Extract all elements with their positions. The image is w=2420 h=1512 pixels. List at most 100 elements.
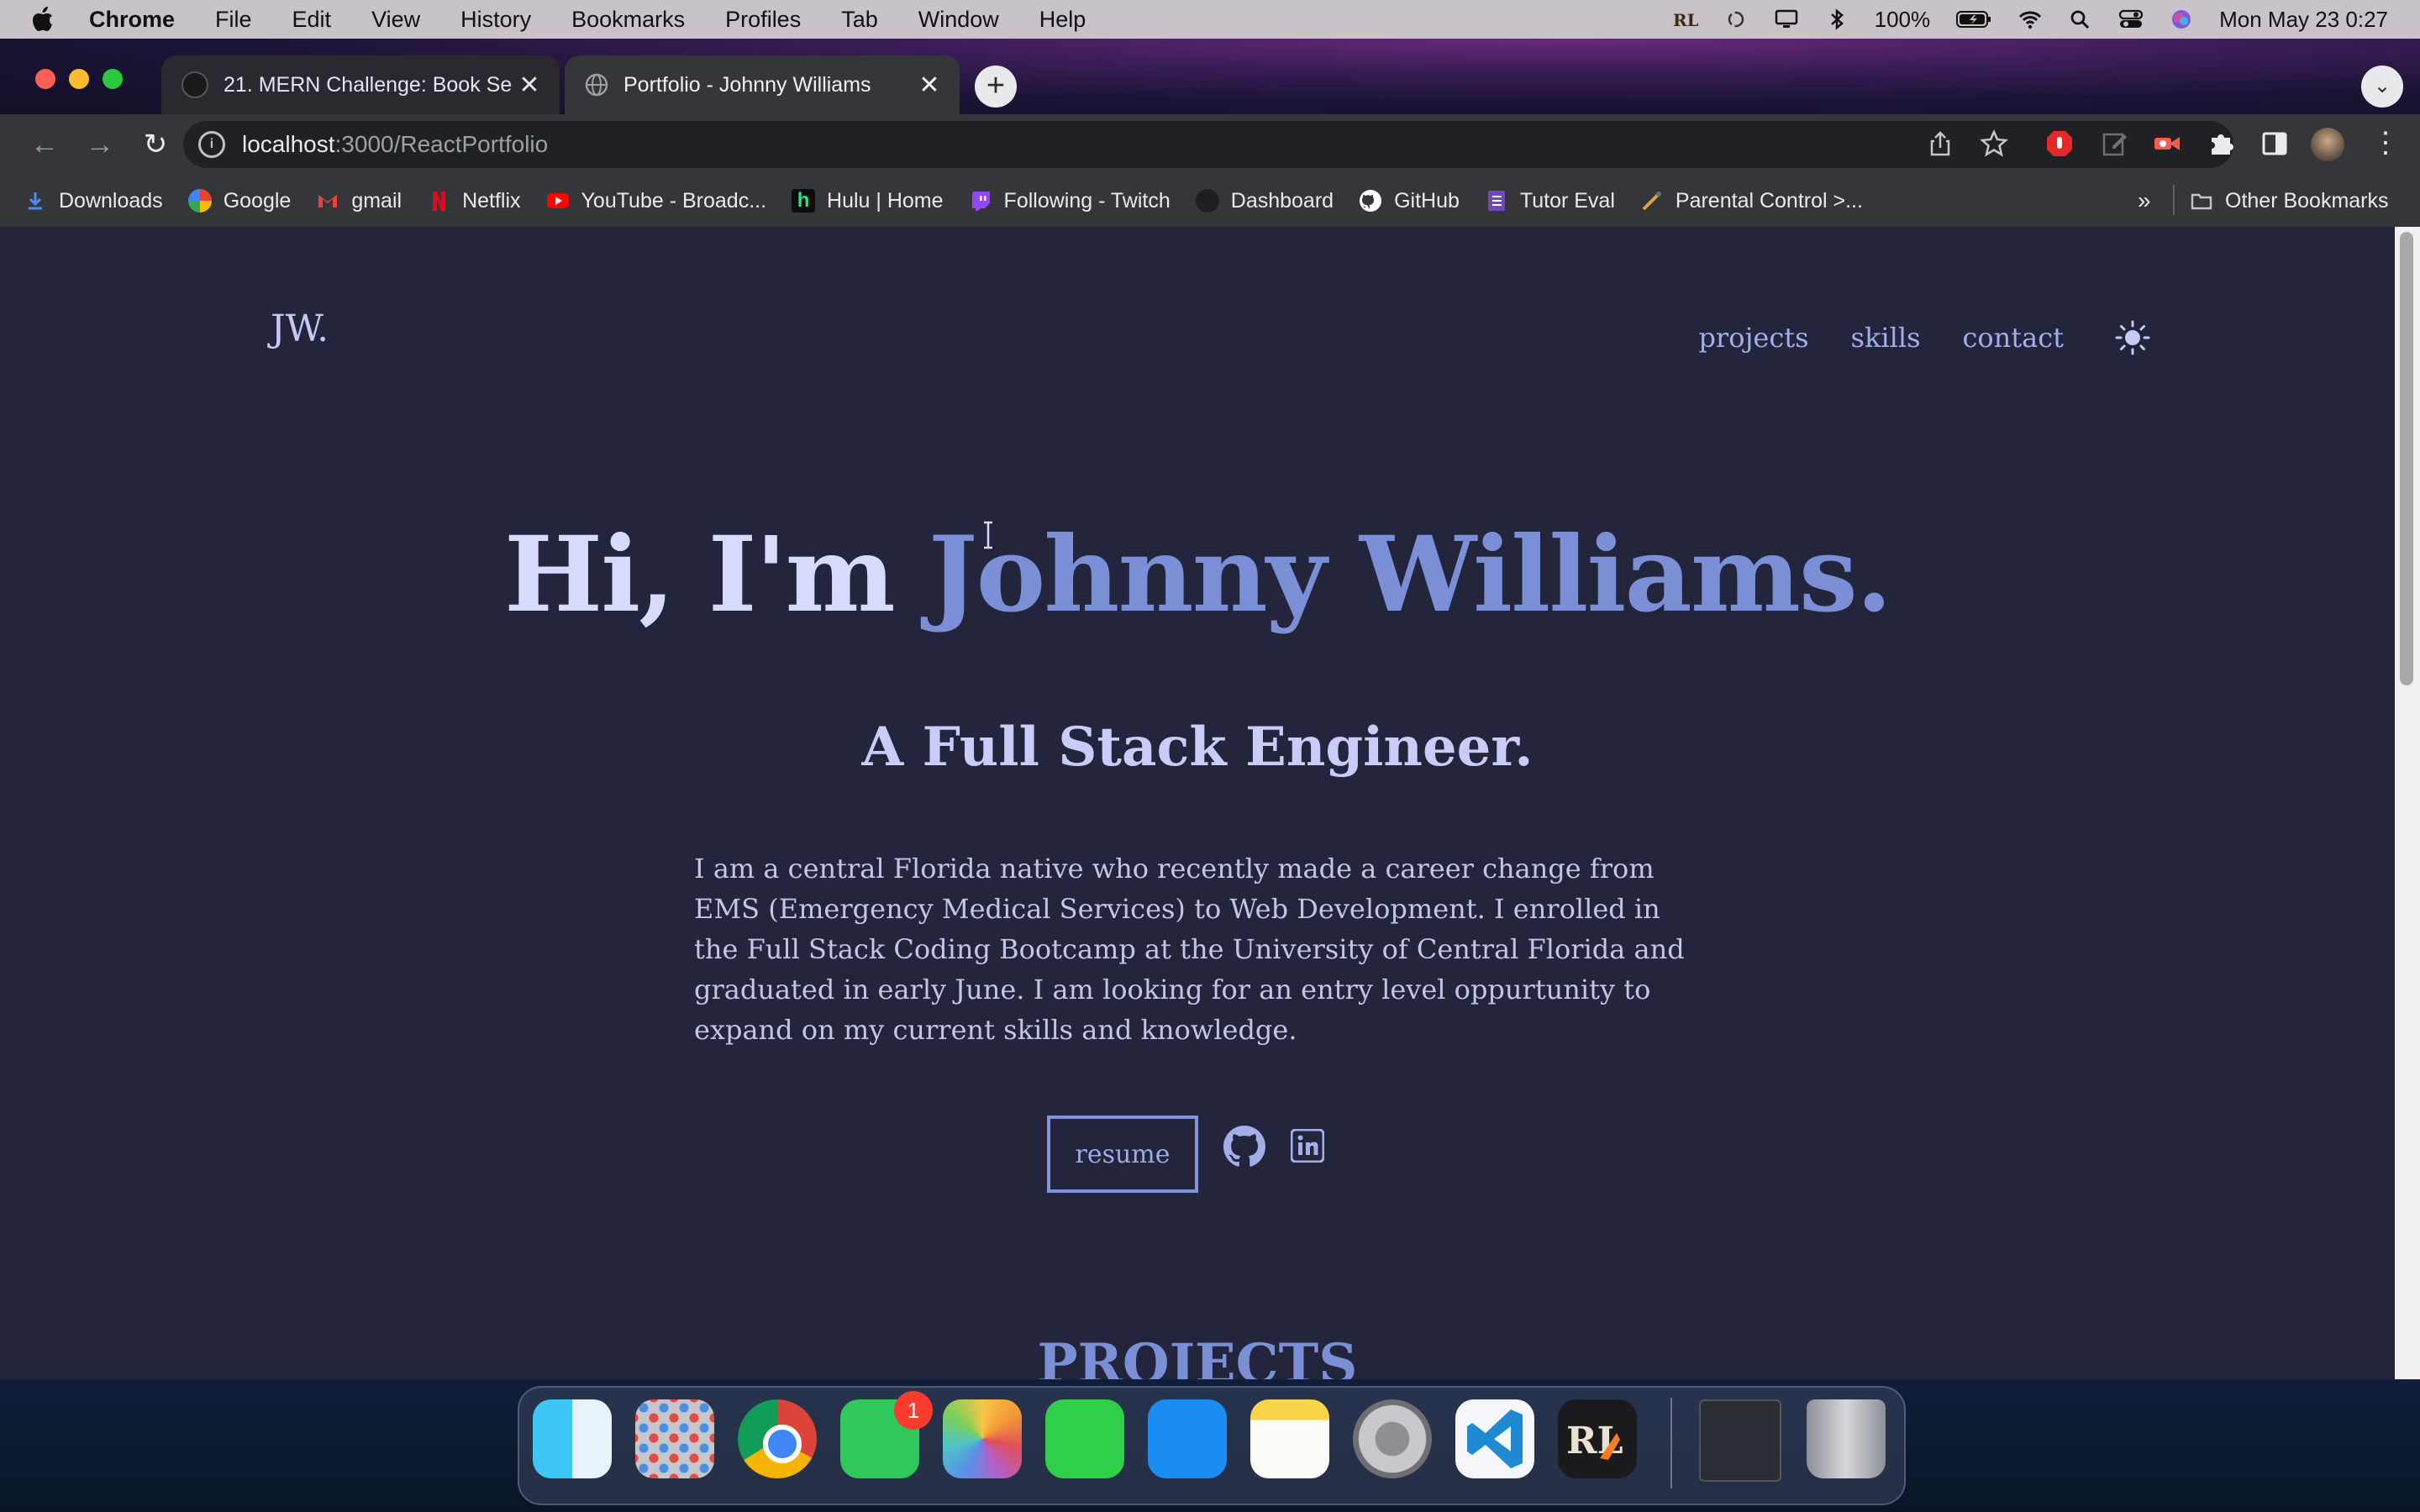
svg-text:RL: RL <box>1673 10 1698 30</box>
menu-bookmarks[interactable]: Bookmarks <box>571 7 685 33</box>
app-store-icon[interactable] <box>1148 1399 1227 1478</box>
resume-button[interactable]: resume <box>1047 1116 1198 1193</box>
scrollbar-thumb[interactable] <box>2400 232 2413 685</box>
close-tab-icon[interactable]: ✕ <box>913 71 946 100</box>
rocket-league-status-icon[interactable]: RL <box>1673 8 1698 30</box>
forward-button[interactable]: → <box>79 123 121 165</box>
other-bookmarks-folder[interactable]: Other Bookmarks <box>2190 189 2389 213</box>
messages-badge: 1 <box>894 1391 933 1430</box>
control-center-icon[interactable] <box>2118 8 2144 30</box>
tab-title: Portfolio - Johnny Williams <box>623 72 871 97</box>
apple-icon[interactable] <box>32 7 54 32</box>
profile-avatar[interactable] <box>2311 128 2344 161</box>
menu-edit[interactable]: Edit <box>292 7 332 33</box>
zoom-window-button[interactable] <box>103 69 123 89</box>
theme-toggle-sun-icon[interactable] <box>2114 319 2151 356</box>
bookmark-label: Google <box>223 188 292 213</box>
chrome-menu-icon[interactable]: ⋮ <box>2371 126 2400 160</box>
bookmark-parental-control[interactable]: Parental Control >... <box>1640 189 1863 213</box>
facetime-icon[interactable] <box>1045 1399 1124 1478</box>
bookmark-label: Following - Twitch <box>1003 188 1171 213</box>
tab-title: 21. MERN Challenge: Book Sea <box>224 72 513 97</box>
minimize-window-button[interactable] <box>69 69 89 89</box>
side-panel-icon[interactable] <box>2260 129 2289 158</box>
bookmark-star-icon[interactable] <box>1980 129 2008 158</box>
menu-history[interactable]: History <box>460 7 531 33</box>
nav-projects-link[interactable]: projects <box>1698 322 1808 354</box>
bookmark-tutor-eval[interactable]: Tutor Eval <box>1485 189 1615 213</box>
bookmark-twitch[interactable]: Following - Twitch <box>969 189 1171 213</box>
site-info-icon[interactable]: i <box>198 131 225 158</box>
notes-icon[interactable] <box>1250 1399 1329 1478</box>
menu-file[interactable]: File <box>215 7 252 33</box>
folder-icon <box>2191 193 2212 210</box>
dashboard-icon <box>1195 189 1219 213</box>
back-button[interactable]: ← <box>24 123 66 165</box>
netflix-icon <box>433 192 446 211</box>
bookmark-label: Dashboard <box>1230 188 1334 213</box>
siri-icon[interactable] <box>2169 8 2194 30</box>
bookmarks-divider <box>2173 185 2175 215</box>
wifi-icon[interactable] <box>2018 8 2043 30</box>
hero-name: Johnny Williams. <box>928 514 1892 636</box>
sync-status-icon[interactable] <box>1723 8 1749 30</box>
menu-help[interactable]: Help <box>1039 7 1086 33</box>
bookmark-dashboard[interactable]: Dashboard <box>1195 188 1334 213</box>
macos-menu-bar: Chrome File Edit View History Bookmarks … <box>0 0 2420 39</box>
site-logo[interactable]: JW. <box>271 307 329 350</box>
more-bookmarks-button[interactable]: » <box>2138 187 2151 214</box>
tab-portfolio[interactable]: Portfolio - Johnny Williams ✕ <box>565 55 960 114</box>
rocket-league-icon[interactable]: RL <box>1558 1399 1637 1478</box>
url-host: localhost <box>242 131 335 157</box>
display-icon[interactable] <box>1774 8 1799 30</box>
close-window-button[interactable] <box>35 69 55 89</box>
menu-profiles[interactable]: Profiles <box>725 7 801 33</box>
menu-app-name[interactable]: Chrome <box>89 7 175 33</box>
bookmark-google[interactable]: Google <box>187 188 292 213</box>
menu-window[interactable]: Window <box>918 7 999 33</box>
vscode-icon[interactable] <box>1455 1399 1534 1478</box>
menu-clock[interactable]: Mon May 23 0:27 <box>2219 7 2388 33</box>
bookmark-gmail[interactable]: gmail <box>316 189 402 213</box>
vscode-logo-icon <box>1467 1410 1523 1468</box>
finder-icon[interactable] <box>533 1399 612 1478</box>
close-tab-icon[interactable]: ✕ <box>513 71 546 100</box>
bluetooth-icon[interactable] <box>1824 8 1849 30</box>
tab-mern-challenge[interactable]: 21. MERN Challenge: Book Sea ✕ <box>161 55 560 114</box>
adblock-extension-icon[interactable] <box>2045 129 2074 158</box>
reload-button[interactable]: ↻ <box>134 123 176 165</box>
hero-heading: Hi, I'm Johnny Williams. <box>0 514 2395 636</box>
share-icon[interactable] <box>1926 129 1954 158</box>
github-link-icon[interactable] <box>1223 1126 1265 1168</box>
bookmark-downloads[interactable]: Downloads <box>24 189 163 213</box>
spotlight-search-icon[interactable] <box>2068 8 2093 30</box>
hero-greeting: Hi, I'm <box>503 514 929 636</box>
bookmark-netflix[interactable]: Netflix <box>427 189 521 213</box>
trash-icon[interactable] <box>1807 1399 1886 1478</box>
menu-tab[interactable]: Tab <box>841 7 878 33</box>
linkedin-link-icon[interactable] <box>1291 1129 1324 1163</box>
menu-view[interactable]: View <box>371 7 420 33</box>
nav-contact-link[interactable]: contact <box>1962 322 2064 354</box>
bookmark-label: YouTube - Broadc... <box>581 188 767 213</box>
battery-icon[interactable] <box>1955 8 1992 30</box>
tab-search-button[interactable]: ⌄ <box>2361 66 2403 108</box>
screen-record-extension-icon[interactable] <box>2153 129 2181 158</box>
nav-skills-link[interactable]: skills <box>1851 322 1921 354</box>
photos-icon[interactable] <box>943 1399 1022 1478</box>
launchpad-icon[interactable] <box>635 1399 714 1478</box>
system-preferences-icon[interactable] <box>1353 1399 1432 1478</box>
about-paragraph: I am a central Florida native who recent… <box>694 853 1685 1046</box>
extensions-puzzle-icon[interactable] <box>2207 129 2235 158</box>
vscode-window-icon[interactable] <box>1699 1399 1781 1482</box>
bookmark-hulu[interactable]: h Hulu | Home <box>792 189 944 213</box>
edit-extension-icon[interactable] <box>2101 129 2129 158</box>
role-subheading: A Full Stack Engineer. <box>861 716 1534 779</box>
new-tab-button[interactable]: + <box>975 66 1017 108</box>
bookmark-github[interactable]: GitHub <box>1359 189 1460 213</box>
download-icon <box>29 192 42 210</box>
google-icon <box>187 189 212 213</box>
bookmark-youtube[interactable]: YouTube - Broadc... <box>546 188 767 213</box>
other-bookmarks-label: Other Bookmarks <box>2225 188 2389 213</box>
chrome-icon-center <box>763 1425 802 1463</box>
